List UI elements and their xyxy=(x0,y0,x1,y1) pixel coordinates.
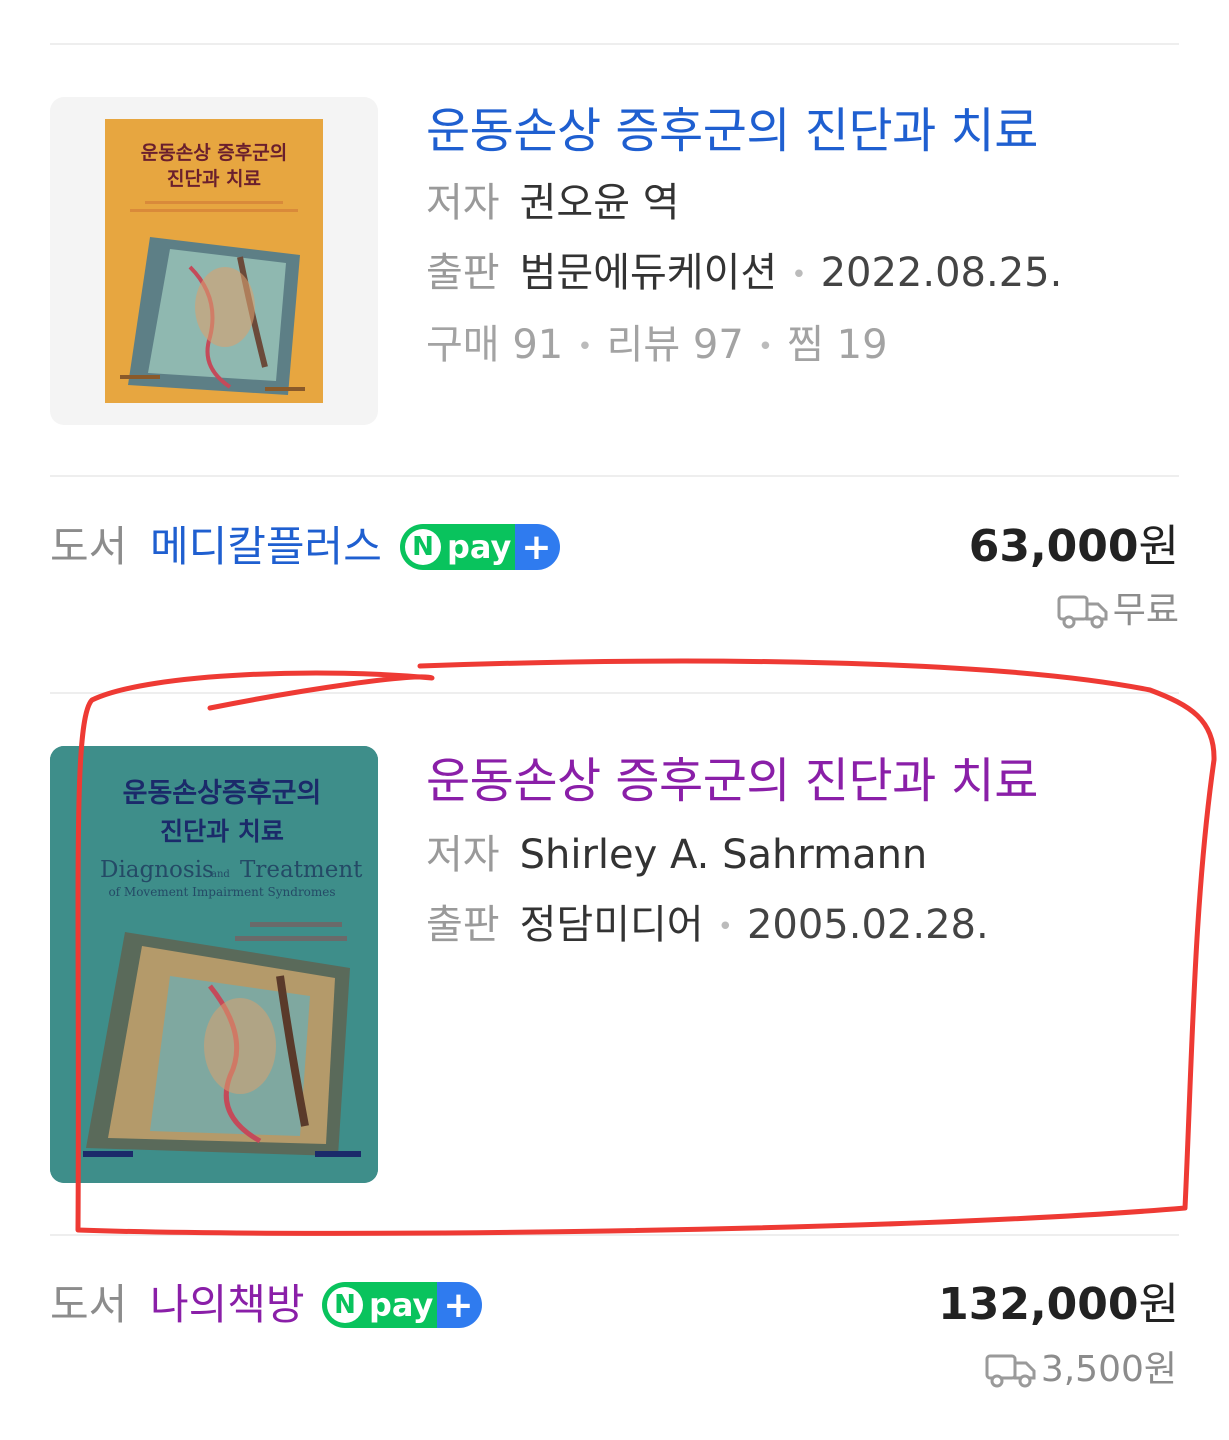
separator-dot: • xyxy=(717,912,733,942)
shipping-fee: 무료 xyxy=(1112,590,1179,631)
publish-date: 2005.02.28. xyxy=(746,902,989,948)
item-1-divider xyxy=(50,475,1179,477)
cover-2-title-line2: 진단과 치료 xyxy=(160,817,284,846)
npay-text: pay xyxy=(369,1286,434,1324)
npay-plus-icon: + xyxy=(443,1284,474,1326)
author-label: 저자 xyxy=(426,180,500,226)
cover-1-title-line2: 진단과 치료 xyxy=(167,168,261,190)
seller-row-2: 도서 나의책방 N pay + 132,000원 xyxy=(50,1275,1179,1335)
author-row-1: 저자 권오윤 역 xyxy=(426,175,1176,231)
item-2-divider xyxy=(50,1234,1179,1236)
npay-logo: N pay + xyxy=(322,1282,482,1328)
publisher-label: 출판 xyxy=(426,902,500,948)
cover-2-subtitle-b: Treatment xyxy=(240,857,363,883)
cover-2-subtitle-and: and xyxy=(211,869,230,880)
stats-row-1: 구매 91 • 리뷰 97 • 찜 19 xyxy=(426,317,1176,375)
seller-category-1: 도서 xyxy=(50,522,128,571)
price-unit: 원 xyxy=(1138,521,1179,572)
publisher-label: 출판 xyxy=(426,250,500,296)
purchase-count: 구매 91 xyxy=(426,322,564,368)
book-cover-2-image: 운동손상증후군의 진단과 치료 Diagnosis and Treatment … xyxy=(50,746,378,1183)
author-value: 권오윤 역 xyxy=(519,180,680,226)
price-2: 132,000원 xyxy=(938,1275,1179,1335)
top-divider xyxy=(50,43,1179,45)
product-info-2: 운동손상 증후군의 진단과 치료 저자 Shirley A. Sahrmann 출… xyxy=(426,746,1176,955)
publish-date: 2022.08.25. xyxy=(820,250,1063,296)
shipping-1: 무료 xyxy=(1057,587,1179,635)
price-unit: 원 xyxy=(1138,1279,1179,1330)
seller-name-1[interactable]: 메디칼플러스 xyxy=(150,517,382,577)
publisher-row-2: 출판 정담미디어 • 2005.02.28. xyxy=(426,897,1176,955)
product-title-1[interactable]: 운동손상 증후군의 진단과 치료 xyxy=(426,99,1176,163)
publisher-value: 정담미디어 xyxy=(519,902,704,948)
seller-name-2[interactable]: 나의책방 xyxy=(150,1275,305,1335)
publisher-row-1: 출판 범문에듀케이션 • 2022.08.25. xyxy=(426,245,1176,303)
truck-icon xyxy=(1057,595,1108,629)
truck-icon xyxy=(985,1354,1036,1388)
seller-category-2: 도서 xyxy=(50,1280,128,1329)
product-info-1: 운동손상 증후군의 진단과 치료 저자 권오윤 역 출판 범문에듀케이션 • 2022.… xyxy=(426,97,1176,375)
npay-n-icon: N xyxy=(327,1287,363,1323)
price-1: 63,000원 xyxy=(969,517,1179,577)
separator-dot: • xyxy=(791,260,807,290)
publisher-value: 범문에듀케이션 xyxy=(519,250,778,296)
product-title-2[interactable]: 운동손상 증후군의 진단과 치료 xyxy=(426,749,1176,813)
seller-row-1: 도서 메디칼플러스 N pay + 63,000원 xyxy=(50,517,1179,577)
book-cover-1[interactable]: 운동손상 증후군의 진단과 치료 xyxy=(50,97,378,425)
price-value: 132,000 xyxy=(938,1279,1139,1330)
npay-n-icon: N xyxy=(405,529,441,565)
cover-1-title-line1: 운동손상 증후군의 xyxy=(141,142,287,164)
cover-2-subtitle-line2: of Movement Impairment Syndromes xyxy=(108,885,335,899)
cover-2-subtitle-a: Diagnosis xyxy=(100,857,214,883)
review-count[interactable]: 리뷰 97 xyxy=(607,322,744,368)
seller-1-divider xyxy=(50,692,1179,694)
separator-dot: • xyxy=(757,332,774,362)
shipping-fee: 3,500원 xyxy=(1040,1349,1177,1390)
npay-plus-icon: + xyxy=(521,526,552,568)
npay-text: pay xyxy=(447,528,512,566)
cover-2-title-line1: 운동손상증후군의 xyxy=(123,778,322,809)
product-item-2[interactable]: 운동손상증후군의 진단과 치료 Diagnosis and Treatment … xyxy=(50,746,1179,1186)
npay-logo: N pay + xyxy=(400,524,560,570)
separator-dot: • xyxy=(577,332,593,362)
author-row-2: 저자 Shirley A. Sahrmann xyxy=(426,827,1176,883)
price-value: 63,000 xyxy=(968,521,1139,572)
author-value: Shirley A. Sahrmann xyxy=(519,832,928,878)
book-cover-2[interactable]: 운동손상증후군의 진단과 치료 Diagnosis and Treatment … xyxy=(50,746,378,1183)
author-label: 저자 xyxy=(426,832,500,878)
wish-count: 찜 19 xyxy=(787,322,888,368)
shipping-2: 3,500원 xyxy=(985,1346,1177,1394)
product-item-1[interactable]: 운동손상 증후군의 진단과 치료 운동손상 증후군의 진단과 치료 저자 권오윤 … xyxy=(50,97,1179,427)
book-cover-1-image: 운동손상 증후군의 진단과 치료 xyxy=(105,119,323,403)
